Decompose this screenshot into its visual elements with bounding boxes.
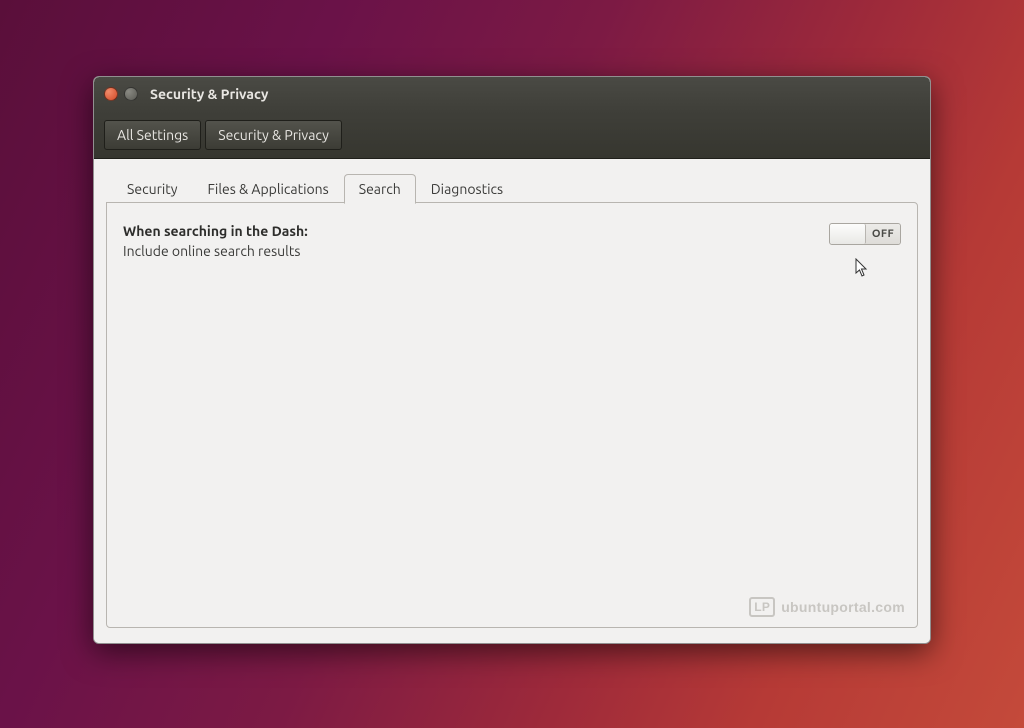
tab-diagnostics[interactable]: Diagnostics xyxy=(416,174,518,203)
titlebar[interactable]: Security & Privacy xyxy=(94,77,930,111)
tab-bar: Security Files & Applications Search Dia… xyxy=(106,173,918,203)
toggle-knob xyxy=(830,224,866,244)
tab-panel-search: When searching in the Dash: Include onli… xyxy=(106,202,918,628)
online-search-row: When searching in the Dash: Include onli… xyxy=(123,223,901,259)
breadcrumb: All Settings Security & Privacy xyxy=(94,111,930,159)
tab-files-applications[interactable]: Files & Applications xyxy=(193,174,344,203)
close-icon[interactable] xyxy=(104,87,118,101)
online-search-toggle[interactable]: OFF xyxy=(829,223,901,245)
dash-search-heading: When searching in the Dash: xyxy=(123,223,829,239)
watermark-text: ubuntuportal.com xyxy=(781,599,905,615)
toggle-state-label: OFF xyxy=(866,224,900,244)
minimize-icon[interactable] xyxy=(124,87,138,101)
window-title: Security & Privacy xyxy=(150,86,268,102)
tab-search[interactable]: Search xyxy=(344,174,416,204)
settings-window: Security & Privacy All Settings Security… xyxy=(93,76,931,644)
watermark: LP ubuntuportal.com xyxy=(749,597,905,617)
watermark-badge: LP xyxy=(749,597,775,617)
content-area: Security Files & Applications Search Dia… xyxy=(94,159,930,643)
breadcrumb-current[interactable]: Security & Privacy xyxy=(205,120,342,150)
online-search-label: Include online search results xyxy=(123,243,829,259)
breadcrumb-all-settings[interactable]: All Settings xyxy=(104,120,201,150)
cursor-icon xyxy=(855,258,869,278)
tab-security[interactable]: Security xyxy=(112,174,193,203)
